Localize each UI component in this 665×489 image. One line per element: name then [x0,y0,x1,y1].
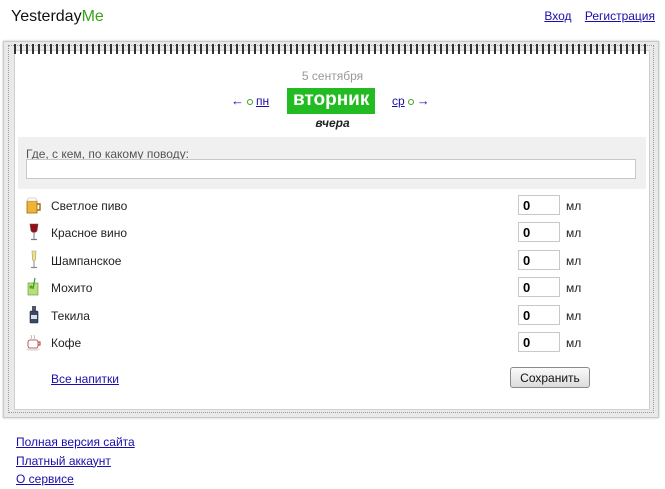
current-day-badge: вторник [287,88,376,114]
occasion-section: Где, с кем, по какому поводу: [18,137,646,189]
logo-text-me: Me [81,8,104,25]
dot-icon [247,98,253,105]
drink-unit: мл [566,281,582,295]
arrow-right-icon: → [416,93,430,108]
cocktail-icon [27,277,39,296]
champagne-glass-icon [31,250,37,269]
drink-name: Кофе [51,336,82,350]
logo-text-yesterday: Yesterday [11,8,82,25]
next-day-link[interactable]: ср → [392,93,430,108]
drink-name: Красное вино [51,226,128,240]
footer-links: Полная версия сайта Платный аккаунт О се… [16,433,135,489]
drink-amount-input[interactable] [518,250,560,270]
drink-row-beer: Светлое пиво мл [24,195,584,217]
drink-amount-input[interactable] [518,305,560,325]
drink-amount-input[interactable] [518,332,560,352]
drink-amount-input[interactable] [518,277,560,297]
coffee-cup-icon [26,334,41,351]
drink-amount-input[interactable] [518,195,560,215]
beer-mug-icon [26,197,41,214]
drink-row-champagne: Шампанское мл [24,250,584,272]
site-logo[interactable]: YesterdayMe [11,8,104,26]
save-button[interactable]: Сохранить [510,367,590,388]
drink-name: Шампанское [51,254,122,268]
dot-icon [407,98,414,105]
paid-account-link[interactable]: Платный аккаунт [16,452,135,471]
drink-row-mojito: Мохито мл [24,277,584,299]
drink-unit: мл [566,336,582,350]
spiral-binding [14,46,646,54]
next-day-label[interactable]: ср [392,94,405,108]
drink-row-tequila: Текила мл [24,305,584,327]
occasion-input[interactable] [26,159,636,179]
register-link[interactable]: Регистрация [585,9,655,23]
drink-unit: мл [566,226,582,240]
full-version-link[interactable]: Полная версия сайта [16,433,135,452]
drink-name: Текила [51,309,90,323]
login-link[interactable]: Вход [544,9,571,23]
drink-unit: мл [566,309,582,323]
prev-day-link[interactable]: ← пн [231,93,269,108]
drink-name: Светлое пиво [51,199,128,213]
drink-unit: мл [566,254,582,268]
drink-row-coffee: Кофе мл [24,332,584,354]
drink-unit: мл [566,199,582,213]
relative-day-label: вчера [315,116,350,130]
current-date: 5 сентября [301,69,364,83]
drink-amount-input[interactable] [518,222,560,242]
drink-name: Мохито [51,281,93,295]
arrow-left-icon: ← [231,93,244,108]
drink-row-red-wine: Красное вино мл [24,222,584,244]
about-link[interactable]: О сервисе [16,470,135,489]
wine-glass-icon [29,223,39,241]
prev-day-label[interactable]: пн [256,94,269,108]
auth-links: Вход Регистрация [534,9,655,23]
all-drinks-link[interactable]: Все напитки [51,372,119,386]
tequila-bottle-icon [29,306,39,324]
